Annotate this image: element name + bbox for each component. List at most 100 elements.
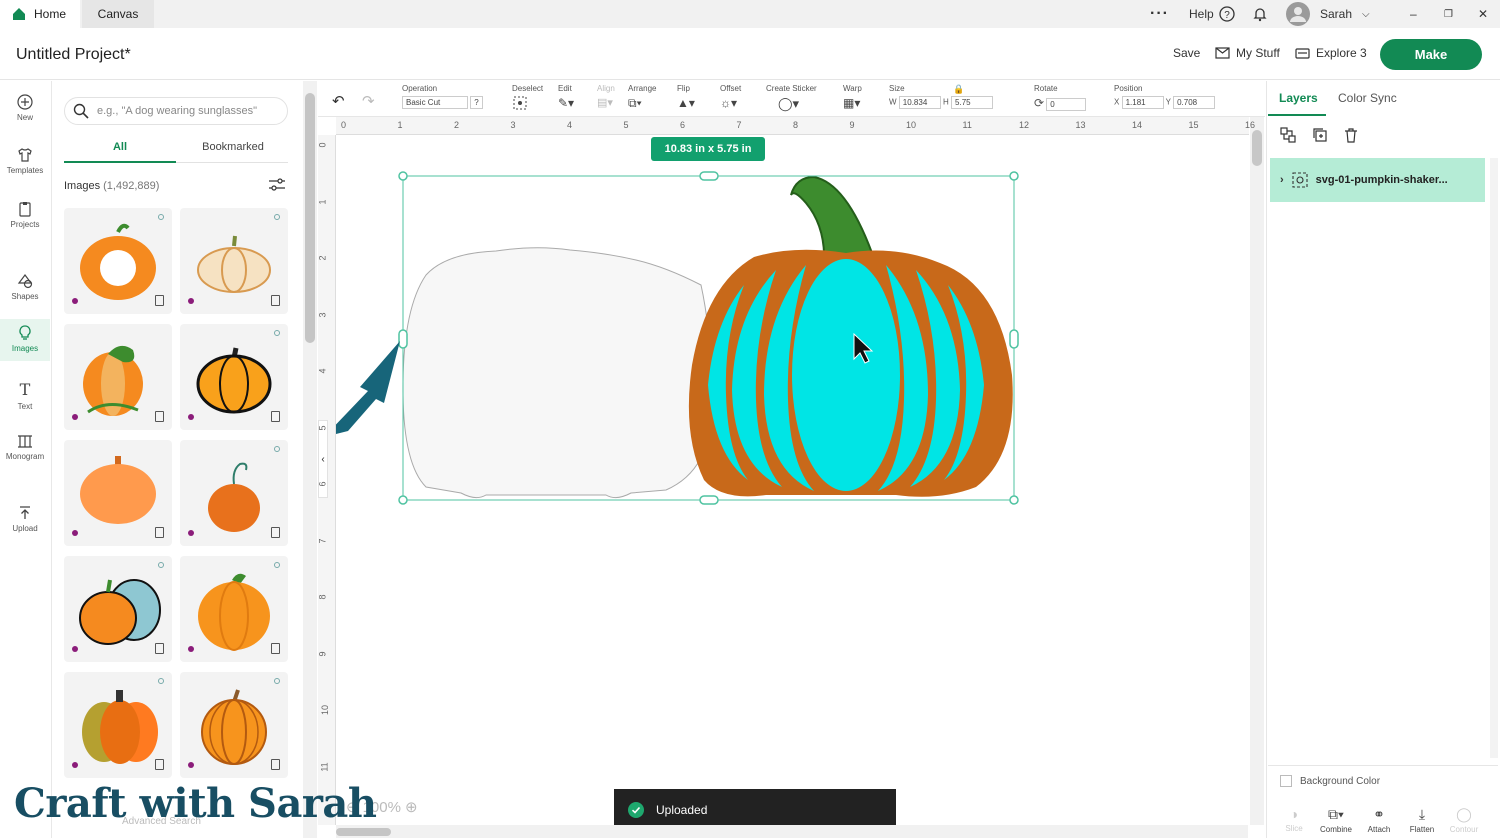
bookmark-icon[interactable]	[155, 295, 164, 306]
background-color-checkbox[interactable]	[1280, 775, 1292, 787]
warp-icon: ▦▾	[843, 96, 861, 110]
y-input[interactable]: 0.708	[1173, 96, 1216, 109]
restore-button[interactable]: ❐	[1444, 0, 1453, 28]
flip-group[interactable]: Flip ▲▾	[677, 84, 695, 110]
minimize-button[interactable]: –	[1410, 0, 1417, 28]
image-card[interactable]	[64, 208, 172, 314]
arrange-icon: ⧉▾	[628, 96, 642, 110]
tab-all[interactable]: All	[64, 141, 176, 153]
warp-group[interactable]: Warp ▦▾	[843, 84, 862, 110]
tab-home[interactable]: Home	[0, 0, 80, 28]
design-canvas[interactable]	[336, 135, 1249, 825]
height-input[interactable]: 5.75	[951, 96, 994, 109]
create-sticker-group[interactable]: Create Sticker ◯▾	[766, 84, 817, 112]
canvas-horizontal-scroll-thumb[interactable]	[336, 828, 391, 836]
rail-label: Images	[11, 344, 39, 353]
canvas-horizontal-scrollbar[interactable]	[336, 825, 1248, 838]
duplicate-button[interactable]	[1312, 127, 1328, 148]
bookmark-icon[interactable]	[271, 411, 280, 422]
bookmark-icon[interactable]	[155, 759, 164, 770]
rail-item-projects[interactable]: Projects	[0, 201, 50, 229]
rail-item-templates[interactable]: Templates	[0, 147, 50, 175]
rail-item-shapes[interactable]: Shapes	[0, 273, 50, 301]
machine-button[interactable]: Explore 3	[1295, 46, 1367, 60]
x-input[interactable]: 1.181	[1121, 96, 1164, 109]
contour-button[interactable]: ◯ Contour	[1444, 806, 1484, 834]
bookmark-icon[interactable]	[155, 527, 164, 538]
delete-button[interactable]	[1343, 127, 1359, 148]
attach-button[interactable]: ⚭ Attach	[1359, 806, 1399, 834]
panel-scroll-thumb[interactable]	[305, 93, 315, 343]
notifications-button[interactable]	[1252, 0, 1268, 28]
image-card[interactable]	[180, 672, 288, 778]
image-card[interactable]	[180, 556, 288, 662]
zoom-in-icon[interactable]: ⊕	[405, 798, 418, 816]
filter-button[interactable]	[268, 178, 286, 197]
bookmark-icon[interactable]	[271, 643, 280, 654]
tab-layers[interactable]: Layers	[1279, 91, 1318, 105]
shaker-back-shape[interactable]	[402, 247, 713, 499]
user-menu[interactable]: Sarah ⌵	[1286, 0, 1370, 28]
search-input[interactable]: e.g., "A dog wearing sunglasses"	[64, 97, 288, 125]
align-group[interactable]: Align ▤▾	[597, 84, 615, 109]
help-button[interactable]: Help ?	[1189, 0, 1235, 28]
image-card[interactable]	[180, 208, 288, 314]
close-button[interactable]: ✕	[1478, 0, 1488, 28]
flip-icon: ▲▾	[677, 96, 695, 110]
offset-group[interactable]: Offset ☼▾	[720, 84, 741, 110]
my-stuff-button[interactable]: My Stuff	[1215, 46, 1280, 60]
operation-select[interactable]: Basic Cut	[402, 96, 468, 109]
group-button[interactable]	[1280, 127, 1296, 148]
rail-item-images[interactable]: Images	[0, 319, 50, 361]
save-button[interactable]: Save	[1173, 46, 1200, 60]
image-card[interactable]	[180, 440, 288, 546]
flatten-button[interactable]: ⤓ Flatten	[1402, 806, 1442, 834]
deselect-group[interactable]: Deselect	[512, 84, 543, 112]
background-color-label: Background Color	[1300, 775, 1381, 787]
operation-help-icon[interactable]: ?	[470, 96, 483, 109]
slice-button[interactable]: ◑ Slice	[1274, 806, 1314, 833]
width-input[interactable]: 10.834	[898, 96, 941, 109]
bookmark-icon[interactable]	[271, 759, 280, 770]
layer-item[interactable]: › svg-01-pumpkin-shaker...	[1270, 158, 1485, 202]
size-badge: 10.83 in x 5.75 in	[651, 137, 765, 161]
undo-button[interactable]: ↶	[332, 92, 345, 111]
image-card[interactable]	[64, 324, 172, 430]
bookmark-icon[interactable]	[155, 411, 164, 422]
arrange-group[interactable]: Arrange ⧉▾	[628, 84, 656, 111]
project-title[interactable]: Untitled Project*	[16, 46, 131, 64]
rotate-input[interactable]: 0	[1046, 98, 1087, 112]
lock-icon[interactable]: 🔒	[953, 84, 964, 95]
image-card[interactable]	[180, 324, 288, 430]
image-card[interactable]	[64, 556, 172, 662]
layers-scrollbar[interactable]	[1490, 158, 1498, 758]
tab-bookmarked[interactable]: Bookmarked	[177, 141, 289, 153]
tab-canvas[interactable]: Canvas	[82, 0, 154, 28]
redo-button[interactable]: ↷	[362, 92, 375, 111]
bookmark-icon[interactable]	[155, 643, 164, 654]
rail-item-monogram[interactable]: Monogram	[0, 433, 50, 461]
more-menu[interactable]: ···	[1150, 0, 1170, 28]
chevron-right-icon[interactable]: ›	[1280, 174, 1284, 186]
image-card[interactable]	[64, 672, 172, 778]
canvas-vertical-scrollbar[interactable]	[1250, 117, 1264, 825]
bookmark-icon[interactable]	[271, 295, 280, 306]
rail-label: Monogram	[5, 452, 45, 461]
edit-group[interactable]: Edit ✎▾	[558, 84, 574, 110]
images-label: Images	[64, 180, 101, 192]
combine-button[interactable]: ⧉▾ Combine	[1316, 806, 1356, 834]
premium-dot	[188, 762, 194, 768]
rail-item-upload[interactable]: Upload	[0, 505, 50, 533]
canvas-vertical-scroll-thumb[interactable]	[1252, 130, 1262, 166]
rail-item-new[interactable]: New	[0, 94, 50, 122]
rail-item-text[interactable]: T Text	[0, 380, 50, 411]
image-card[interactable]	[64, 440, 172, 546]
operation-group[interactable]: Operation Basic Cut ?	[402, 84, 483, 109]
layer-thumbnail-icon	[1292, 172, 1308, 188]
make-button[interactable]: Make	[1380, 39, 1482, 70]
bookmark-icon[interactable]	[271, 527, 280, 538]
tab-color-sync[interactable]: Color Sync	[1338, 91, 1397, 105]
swirl-pumpkin-thumbnail	[208, 462, 260, 532]
background-color-row[interactable]: Background Color	[1280, 775, 1380, 787]
flip-label: Flip	[677, 84, 690, 93]
